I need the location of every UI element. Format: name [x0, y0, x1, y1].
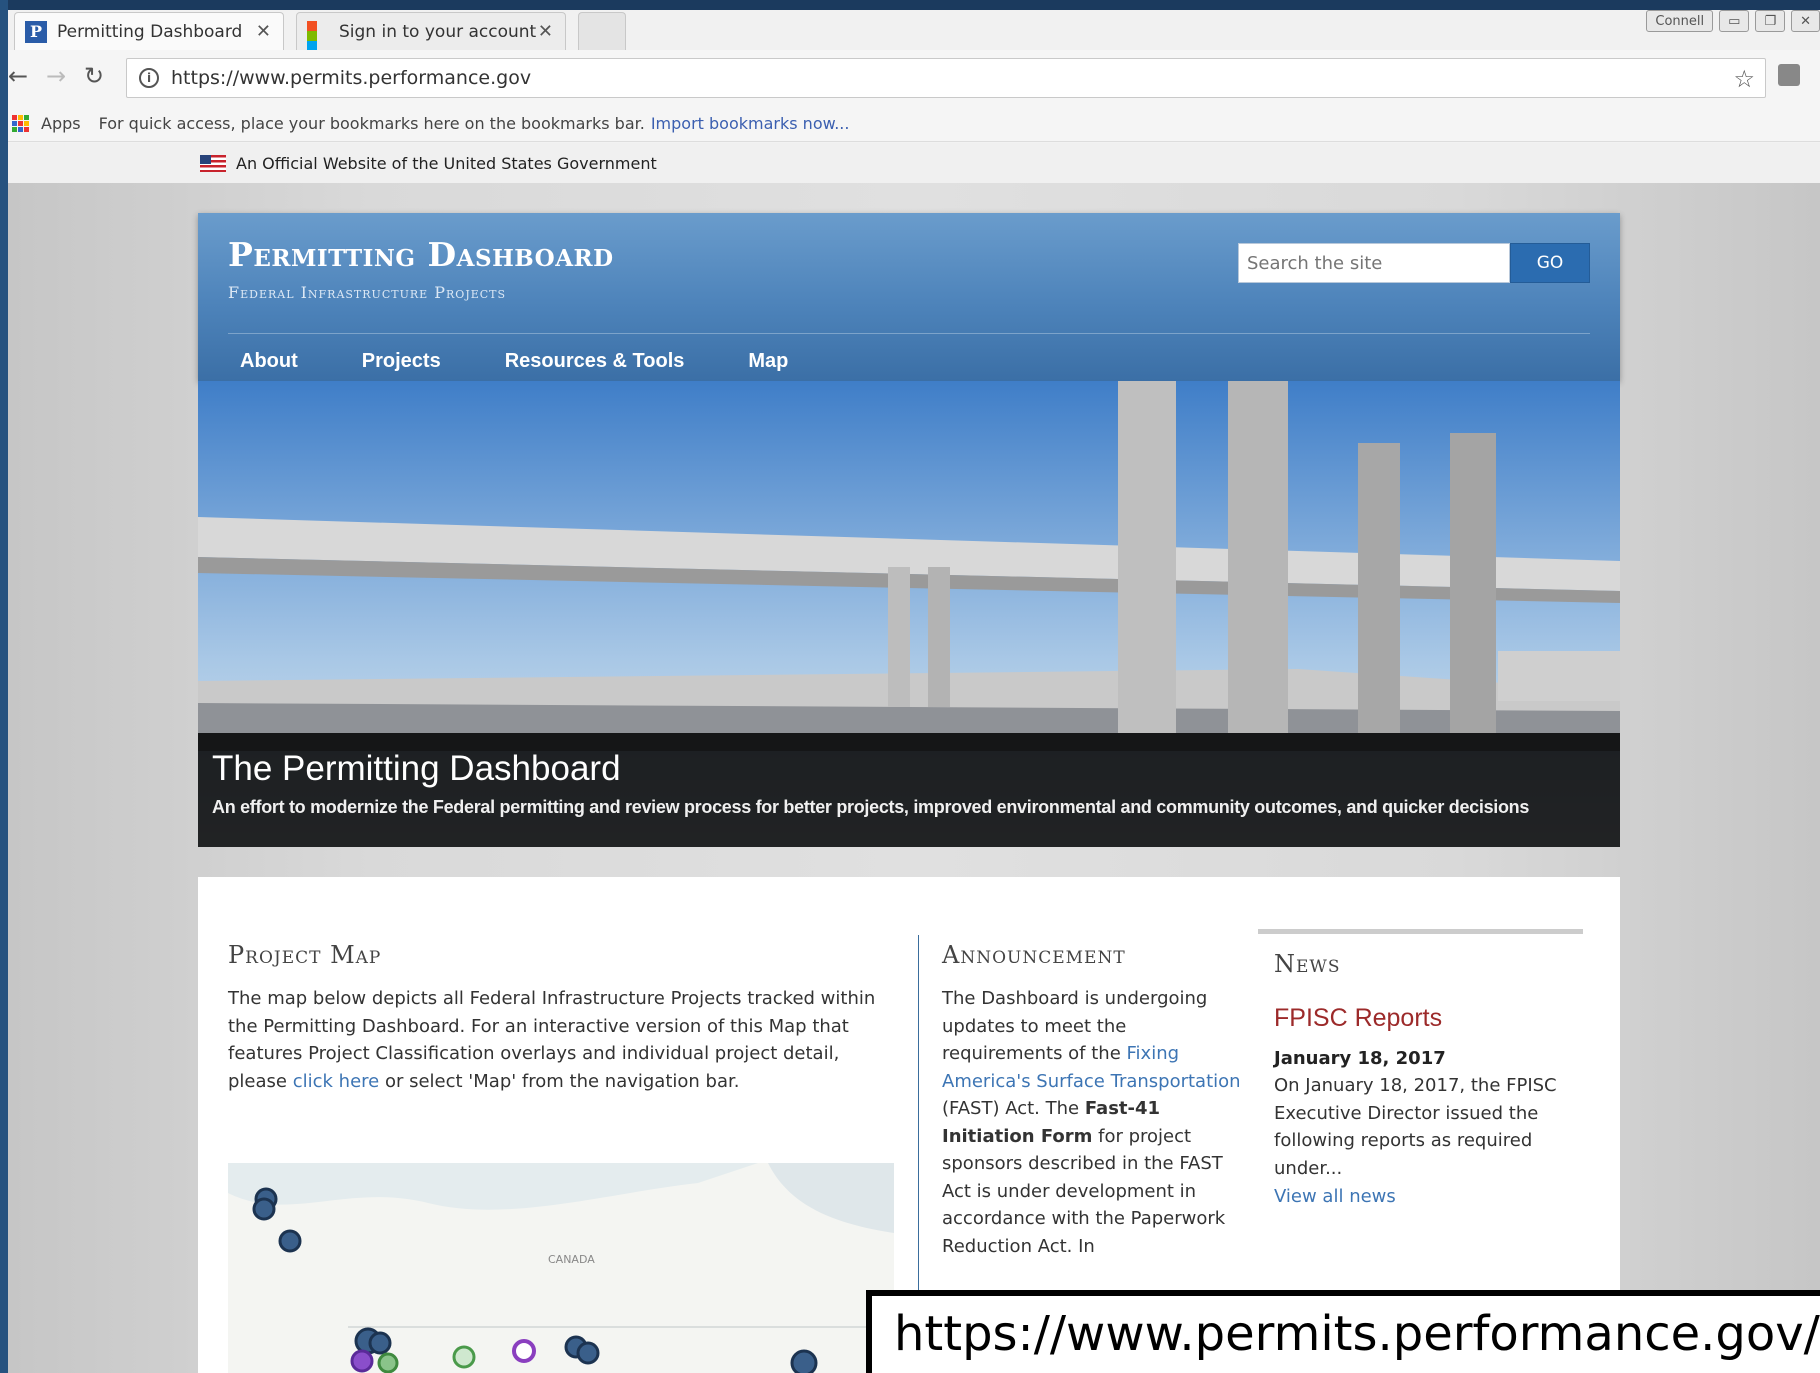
forward-icon[interactable]: →: [46, 62, 66, 90]
news-headline[interactable]: FPISC Reports: [1274, 1004, 1442, 1033]
minimize-icon[interactable]: ▭: [1719, 10, 1750, 32]
announcement-title: Announcement: [942, 941, 1126, 969]
canada-label: CANADA: [548, 1253, 595, 1266]
back-icon[interactable]: ←: [8, 62, 28, 90]
address-toolbar: ← → ↻ i https://www.permits.performance.…: [8, 50, 1820, 106]
permitting-favicon-icon: P: [25, 20, 47, 43]
view-all-news-link[interactable]: View all news: [1274, 1186, 1396, 1207]
announcement-section: Announcement The Dashboard is undergoing…: [942, 941, 1242, 1260]
window-controls: Connell ▭ ❐ ✕: [1646, 10, 1820, 34]
news-date: January 18, 2017: [1274, 1048, 1446, 1069]
frame-left-edge: [0, 0, 8, 1373]
user-profile-button[interactable]: Connell: [1646, 10, 1714, 32]
announcement-text-part: (FAST) Act. The: [942, 1098, 1080, 1119]
project-map-text: The map below depicts all Federal Infras…: [228, 985, 888, 1095]
restore-icon[interactable]: ❐: [1755, 10, 1786, 32]
close-window-icon[interactable]: ✕: [1791, 10, 1820, 32]
search-input[interactable]: [1238, 243, 1510, 283]
project-map-svg: CANADA: [228, 1163, 894, 1373]
click-here-link[interactable]: click here: [293, 1071, 380, 1092]
main-nav: About Projects Resources & Tools Map: [198, 335, 1620, 381]
bookmark-star-icon[interactable]: ☆: [1733, 65, 1755, 93]
project-map-text-part: or select 'Map' from the navigation bar.: [384, 1070, 740, 1092]
tab-bar: P Permitting Dashboard ✕ Sign in to your…: [8, 10, 1820, 61]
hero-title: The Permitting Dashboard: [212, 749, 621, 788]
hero-subtitle: An effort to modernize the Federal permi…: [212, 797, 1530, 817]
nav-projects[interactable]: Projects: [340, 335, 463, 381]
nav-resources-tools[interactable]: Resources & Tools: [483, 335, 707, 381]
gov-banner: An Official Website of the United States…: [8, 143, 1820, 183]
url-text: https://www.permits.performance.gov: [171, 67, 532, 89]
search-go-button[interactable]: GO: [1510, 243, 1590, 283]
bookmarks-bar: Apps For quick access, place your bookma…: [8, 106, 1820, 142]
hero-banner: The Permitting Dashboard An effort to mo…: [198, 381, 1620, 847]
news-body: On January 18, 2017, the FPISC Executive…: [1274, 1075, 1557, 1179]
header-divider: [228, 333, 1590, 334]
tab-permitting-dashboard[interactable]: P Permitting Dashboard ✕: [14, 12, 284, 50]
tab-label: Permitting Dashboard: [57, 21, 243, 42]
nav-map[interactable]: Map: [726, 335, 810, 381]
close-tab-icon[interactable]: ✕: [256, 21, 271, 42]
site-subtitle: Federal Infrastructure Projects: [228, 283, 507, 302]
info-icon[interactable]: i: [139, 68, 159, 88]
project-map-image[interactable]: CANADA: [228, 1163, 894, 1373]
web-page: An Official Website of the United States…: [8, 143, 1820, 1373]
url-overlay-banner: https://www.permits.performance.gov/: [866, 1290, 1820, 1373]
hero-caption: The Permitting Dashboard An effort to mo…: [198, 733, 1620, 847]
news-title: News: [1274, 950, 1341, 978]
url-overlay-text: https://www.permits.performance.gov/: [894, 1306, 1820, 1362]
tab-label: Sign in to your account: [339, 21, 537, 42]
us-flag-icon: [200, 154, 226, 172]
browser-window: P Permitting Dashboard ✕ Sign in to your…: [8, 10, 1820, 1373]
announcement-text: The Dashboard is undergoing updates to m…: [942, 985, 1242, 1260]
reload-icon[interactable]: ↻: [84, 62, 104, 90]
gov-banner-text: An Official Website of the United States…: [236, 153, 657, 173]
nav-about[interactable]: About: [218, 335, 320, 381]
address-bar[interactable]: i https://www.permits.performance.gov ☆: [126, 58, 1766, 98]
extension-icon[interactable]: [1778, 64, 1800, 86]
site-header: Permitting Dashboard Federal Infrastruct…: [198, 213, 1620, 381]
apps-shortcut[interactable]: Apps: [41, 114, 81, 133]
tab-sign-in[interactable]: Sign in to your account ✕: [296, 12, 566, 61]
project-map-title: Project Map: [228, 941, 382, 969]
bookmarks-hint: For quick access, place your bookmarks h…: [98, 114, 645, 133]
microsoft-favicon-icon: [307, 20, 329, 61]
new-tab-button[interactable]: [578, 12, 626, 50]
close-tab-icon[interactable]: ✕: [538, 21, 553, 42]
project-map-section: Project Map The map below depicts all Fe…: [228, 941, 888, 1095]
apps-grid-icon[interactable]: [12, 115, 29, 132]
site-title[interactable]: Permitting Dashboard: [228, 235, 614, 274]
import-bookmarks-link[interactable]: Import bookmarks now...: [651, 114, 850, 133]
